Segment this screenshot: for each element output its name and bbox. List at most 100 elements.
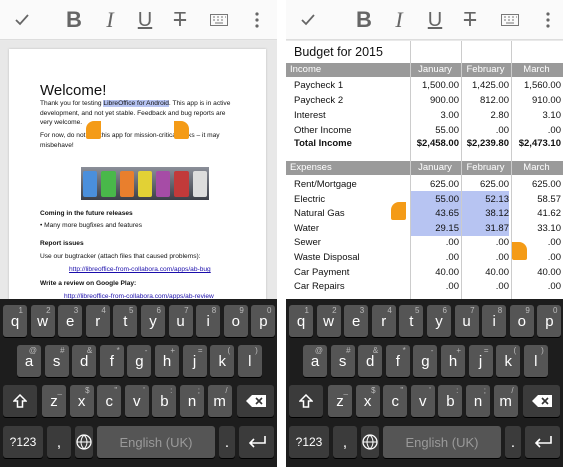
italic-button[interactable]: I — [96, 6, 124, 34]
key[interactable]: e3 — [58, 305, 83, 337]
enter-key[interactable] — [525, 426, 560, 458]
cell[interactable]: .00 — [511, 281, 561, 292]
selected-text[interactable]: LibreOffice for Android — [103, 100, 169, 107]
bold-button[interactable]: B — [350, 6, 378, 34]
keyboard-icon[interactable] — [496, 6, 524, 34]
key[interactable]: c " — [383, 385, 408, 417]
cell[interactable]: 55.00 — [410, 125, 459, 136]
cell[interactable]: .00 — [461, 237, 509, 248]
key[interactable]: i8 — [482, 305, 507, 337]
check-icon[interactable] — [8, 6, 36, 34]
cell[interactable]: 40.00 — [410, 267, 459, 278]
row-label[interactable]: Water — [294, 223, 319, 234]
spreadsheet[interactable]: Budget for 2015 Income January February Mar… — [286, 41, 563, 299]
cell[interactable]: 812.00 — [461, 95, 509, 106]
strikethrough-button[interactable]: T — [456, 6, 484, 34]
keyboard-icon[interactable] — [205, 6, 233, 34]
cell[interactable]: 31.87 — [461, 223, 509, 234]
key[interactable]: p0 — [537, 305, 562, 337]
key[interactable]: b: — [438, 385, 463, 417]
cell[interactable]: .00 — [410, 281, 459, 292]
backspace-key[interactable] — [523, 385, 560, 417]
key[interactable]: d & — [358, 345, 383, 377]
key[interactable]: s # — [330, 345, 355, 377]
key[interactable]: o9 — [509, 305, 534, 337]
cell[interactable]: 3.10 — [511, 110, 562, 121]
shift-key[interactable] — [3, 385, 37, 417]
key[interactable]: y6 — [141, 305, 165, 337]
key[interactable]: k( — [210, 345, 235, 377]
cell[interactable]: $2,239.80 — [461, 138, 509, 149]
key[interactable]: l) — [237, 345, 262, 377]
underline-button[interactable]: U — [421, 6, 449, 34]
row-label[interactable]: Waste Disposal — [294, 252, 360, 263]
check-icon[interactable] — [294, 6, 322, 34]
key[interactable]: q1 — [3, 305, 27, 337]
key[interactable]: h + — [441, 345, 465, 377]
key[interactable]: n; — [180, 385, 204, 417]
key[interactable]: n; — [466, 385, 490, 417]
key[interactable]: c " — [97, 385, 122, 417]
cell[interactable]: 2.80 — [461, 110, 510, 121]
key[interactable]: a @ — [303, 345, 327, 377]
cell[interactable]: .00 — [410, 252, 459, 263]
cell[interactable]: 33.10 — [511, 223, 561, 234]
strikethrough-button[interactable]: T — [166, 6, 194, 34]
key[interactable]: f * — [99, 345, 124, 377]
cell[interactable]: 1,425.00 — [461, 80, 509, 91]
key[interactable]: m / — [207, 385, 232, 417]
selection-end-handle[interactable] — [174, 121, 189, 139]
key[interactable]: w2 — [30, 305, 55, 337]
key[interactable]: a @ — [17, 345, 41, 377]
key[interactable]: r4 — [371, 305, 396, 337]
document-page[interactable]: Welcome! Thank you for testing LibreOffi… — [9, 49, 266, 309]
key[interactable]: j = — [468, 345, 493, 377]
key[interactable]: u7 — [168, 305, 193, 337]
key[interactable]: s # — [44, 345, 69, 377]
cell[interactable]: .00 — [511, 125, 561, 136]
cell[interactable]: 40.00 — [511, 267, 561, 278]
key[interactable]: d & — [72, 345, 97, 377]
key[interactable]: i8 — [196, 305, 221, 337]
key[interactable]: l) — [523, 345, 548, 377]
cell[interactable]: 40.00 — [461, 267, 509, 278]
row-label[interactable]: Sewer — [294, 237, 321, 248]
row-label[interactable]: Paycheck 1 — [294, 80, 343, 91]
cell[interactable]: 55.00 — [410, 194, 459, 205]
comma-key[interactable]: , — [333, 426, 357, 458]
selection-end-handle[interactable] — [512, 242, 527, 260]
row-label[interactable]: Paycheck 2 — [294, 95, 343, 106]
key[interactable]: v ' — [124, 385, 149, 417]
italic-button[interactable]: I — [385, 6, 413, 34]
row-label[interactable]: Other Income — [294, 125, 352, 136]
symbols-key[interactable]: ?123 — [3, 426, 43, 458]
language-key[interactable] — [75, 426, 93, 458]
document-canvas[interactable]: Welcome! Thank you for testing LibreOffi… — [0, 41, 277, 309]
cell[interactable]: 625.00 — [461, 179, 509, 190]
key[interactable]: b: — [152, 385, 177, 417]
cell[interactable]: .00 — [461, 281, 509, 292]
key[interactable]: o9 — [223, 305, 248, 337]
cell[interactable]: 43.65 — [410, 208, 459, 219]
comma-key[interactable]: , — [47, 426, 71, 458]
underline-button[interactable]: U — [131, 6, 159, 34]
period-key[interactable]: . — [219, 426, 235, 458]
cell[interactable]: $2,458.00 — [410, 138, 459, 149]
row-label[interactable]: Rent/Mortgage — [294, 179, 357, 190]
enter-key[interactable] — [239, 426, 274, 458]
row-label[interactable]: Total Income — [294, 138, 352, 149]
space-key[interactable]: English (UK) — [383, 426, 501, 458]
row-label[interactable]: Interest — [294, 110, 326, 121]
key[interactable]: x $ — [69, 385, 94, 417]
key[interactable]: z _ — [42, 385, 66, 417]
cell[interactable]: 38.12 — [461, 208, 509, 219]
key[interactable]: t5 — [399, 305, 424, 337]
language-key[interactable] — [361, 426, 379, 458]
cell[interactable]: 910.00 — [511, 95, 561, 106]
row-label[interactable]: Natural Gas — [294, 208, 345, 219]
key[interactable]: t5 — [113, 305, 138, 337]
cell[interactable]: .00 — [461, 125, 509, 136]
cell[interactable]: 625.00 — [511, 179, 561, 190]
key[interactable]: r4 — [85, 305, 110, 337]
bold-button[interactable]: B — [60, 6, 88, 34]
